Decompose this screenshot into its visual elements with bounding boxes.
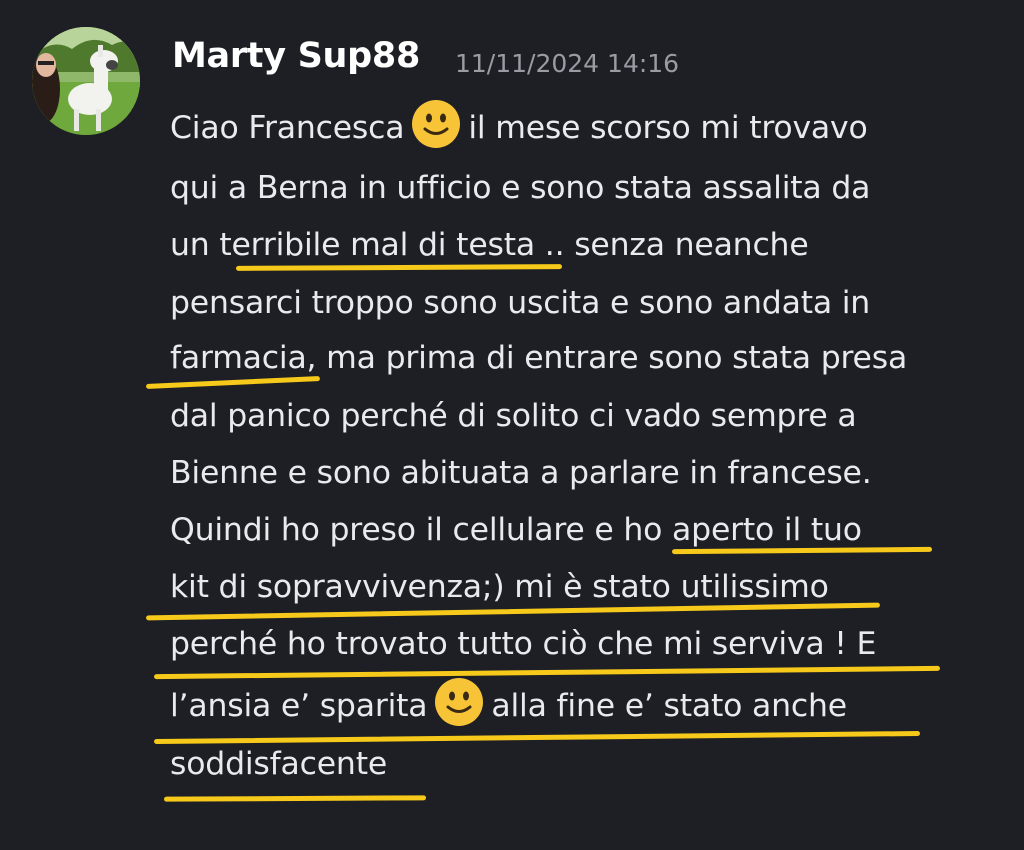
message-text: Ciao Francesca [170,110,405,146]
highlight-underline [146,602,880,621]
message-line: l’ansia e’ sparita alla fine e’ stato anc… [170,678,847,728]
message-line: pensarci troppo sono uscita e sono andat… [170,285,871,321]
message-line: dal panico perché di solito ci vado semp… [170,398,857,434]
highlight-underline [163,795,427,802]
avatar-photo [32,27,140,135]
highlight-underline [153,665,941,680]
highlight-underline [153,730,921,745]
highlight-underline [671,546,933,555]
message-line: kit di sopravvivenza;) mi è stato utilis… [170,569,829,605]
highlight-underline [145,376,321,389]
message-timestamp: 11/11/2024 14:16 [455,49,680,78]
message-line: Quindi ho preso il cellulare e ho aperto… [170,512,862,548]
message-author[interactable]: Marty Sup88 [172,36,420,76]
message-line: qui a Berna in ufficio e sono stata assa… [170,170,871,206]
message-text: il mese scorso mi trovavo [468,110,868,146]
message-text: alla fine e’ stato anche [491,688,847,724]
message-line: Bienne e sono abituata a parlare in fran… [170,455,872,491]
message-text: l’ansia e’ sparita [170,688,428,724]
message-line: un terribile mal di testa .. senza neanc… [170,227,809,263]
message-line: farmacia, ma prima di entrare sono stata… [170,340,908,376]
message-line: soddisfacente [170,746,388,782]
smiley-emoji-icon [433,676,485,728]
message-line: Ciao Francesca il mese scorso mi trovavo [170,100,868,150]
smiley-emoji-icon [410,98,462,150]
highlight-underline [235,264,563,271]
message-line: perché ho trovato tutto ciò che mi servi… [170,626,877,662]
message-avatar[interactable] [32,27,140,135]
